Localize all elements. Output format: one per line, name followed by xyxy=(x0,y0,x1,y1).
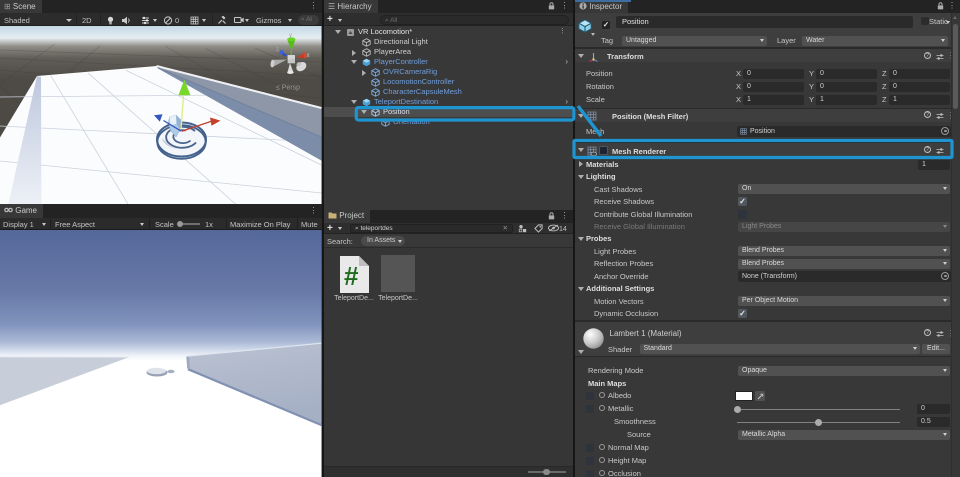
svg-text:#: # xyxy=(344,261,359,291)
svg-text:x: x xyxy=(307,53,310,59)
svg-text:y: y xyxy=(289,33,292,39)
svg-text:z: z xyxy=(276,47,279,53)
svg-text:≤ Persp: ≤ Persp xyxy=(276,85,300,92)
